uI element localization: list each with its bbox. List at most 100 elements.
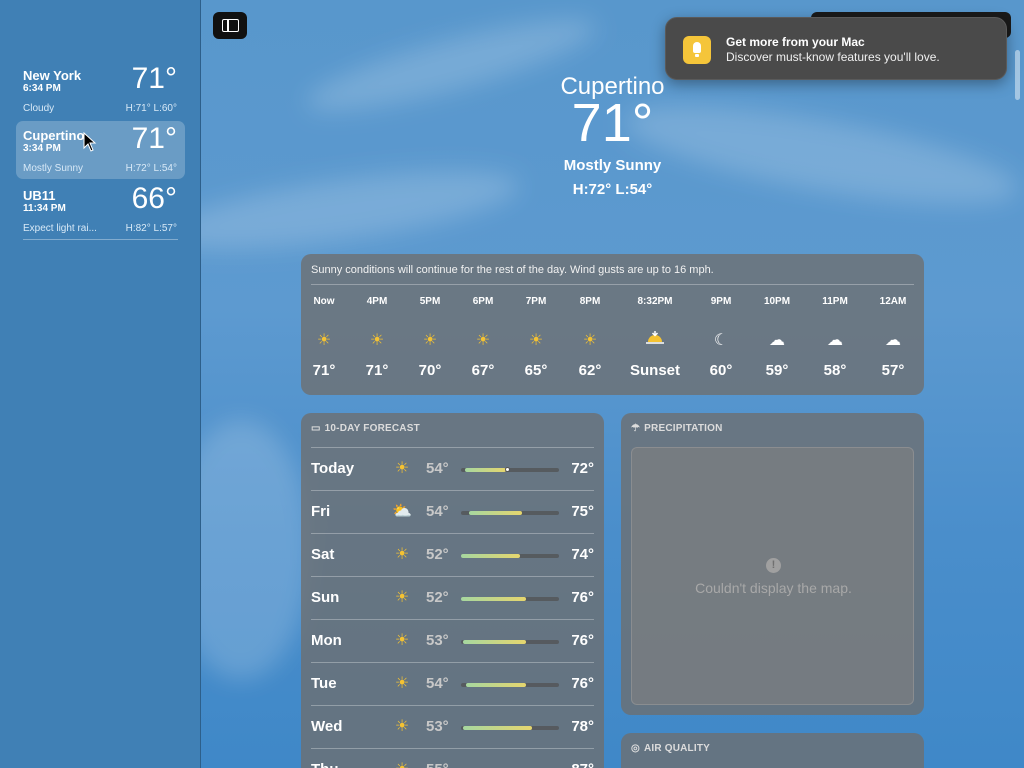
city-temp: 71° <box>131 62 177 95</box>
sun-icon: ☀ <box>394 632 410 649</box>
day-high: 76° <box>571 675 594 692</box>
city-time: 6:34 PM <box>23 83 61 94</box>
day-name: Sat <box>311 546 335 563</box>
mouse-cursor-icon <box>83 132 97 152</box>
temperature-range-fill <box>463 640 526 644</box>
precipitation-map[interactable]: ! Couldn't display the map. <box>631 447 914 705</box>
forecast-day-row[interactable]: Mon ☀ 53° 76° <box>311 619 594 662</box>
map-error-text: Couldn't display the map. <box>695 580 852 596</box>
notification-title: Get more from your Mac <box>726 35 865 49</box>
sun-icon: ☀ <box>528 332 544 349</box>
divider <box>311 705 594 706</box>
sidebar: New York 6:34 PM 71° Cloudy H:71° L:60° … <box>0 0 201 768</box>
hourly-summary: Sunny conditions will continue for the r… <box>311 264 714 276</box>
day-name: Sun <box>311 589 340 606</box>
day-high: 78° <box>571 718 594 735</box>
temperature-range-bar <box>461 467 559 472</box>
sidebar-city-cupertino[interactable]: Cupertino 3:34 PM 71° Mostly Sunny H:72°… <box>16 121 185 179</box>
hourly-forecast-card[interactable]: Sunny conditions will continue for the r… <box>301 254 924 395</box>
air-quality-card[interactable]: ◎ AIR QUALITY <box>621 733 924 768</box>
forecast-day-row[interactable]: Fri ⛅ 54° 75° <box>311 490 594 533</box>
calendar-icon: ▭ <box>311 423 321 434</box>
hour-label: 7PM <box>525 296 547 307</box>
day-high: 72° <box>571 460 594 477</box>
hero-high-low: H:72° L:54° <box>572 181 653 198</box>
scrollbar[interactable] <box>1015 50 1020 100</box>
divider <box>311 284 914 285</box>
hourly-item: 4PM ☀ 71° <box>347 296 407 379</box>
notification-banner[interactable]: Get more from your Mac Discover must-kno… <box>665 17 1007 80</box>
sidebar-city-new-york[interactable]: New York 6:34 PM 71° Cloudy H:71° L:60° <box>16 61 185 119</box>
exclamation-icon: ! <box>766 558 781 573</box>
sunset-icon <box>625 330 685 350</box>
city-high-low: H:71° L:60° <box>125 103 177 114</box>
hour-label: Now <box>313 296 335 307</box>
sun-icon: ☀ <box>394 589 410 606</box>
temperature-range-bar <box>461 640 559 644</box>
city-high-low: H:82° L:57° <box>125 223 177 234</box>
day-name: Today <box>311 460 355 477</box>
day-high: 76° <box>571 632 594 649</box>
sun-icon: ☀ <box>394 546 410 563</box>
hour-label: 9PM <box>710 296 732 307</box>
hour-value: 70° <box>418 362 442 379</box>
hourly-item: 12AM ☁ 57° <box>863 296 923 379</box>
hour-label: 5PM <box>419 296 441 307</box>
air-quality-header: ◎ AIR QUALITY <box>631 743 710 754</box>
hour-value: Sunset <box>629 362 680 379</box>
hourly-item: 9PM ☾ 60° <box>691 296 751 379</box>
temperature-range-bar <box>461 597 559 601</box>
sun-icon: ☀ <box>316 332 332 349</box>
temperature-range-fill <box>463 726 532 730</box>
precipitation-header: ☂ PRECIPITATION <box>631 423 723 434</box>
ten-day-forecast-card[interactable]: ▭ 10-DAY FORECAST Today ☀ 54° 72° Fri ⛅ 54° 75° S… <box>301 413 604 768</box>
day-low: 52° <box>426 546 449 563</box>
hour-value: 58° <box>823 362 847 379</box>
sun-icon: ☀ <box>394 460 410 477</box>
city-name: New York <box>23 68 82 83</box>
city-name: Cupertino <box>23 128 85 143</box>
day-high: 87° <box>571 761 594 768</box>
city-time: 3:34 PM <box>23 143 61 154</box>
cloud-moon-icon: ☁ <box>885 332 901 349</box>
temperature-range-bar <box>461 726 559 730</box>
sun-icon: ☀ <box>369 332 385 349</box>
hour-value: 62° <box>578 362 602 379</box>
hourly-item: 8:32PM Sunset <box>625 296 685 379</box>
city-high-low: H:72° L:54° <box>125 163 177 174</box>
day-low: 54° <box>426 675 449 692</box>
divider <box>311 533 594 534</box>
forecast-day-row[interactable]: Sat ☀ 52° 74° <box>311 533 594 576</box>
forecast-day-row[interactable]: Tue ☀ 54° 76° <box>311 662 594 705</box>
hourly-item: Now ☀ 71° <box>294 296 354 379</box>
city-temp: 71° <box>131 122 177 155</box>
umbrella-icon: ☂ <box>631 423 641 434</box>
sidebar-city-ub11[interactable]: UB11 11:34 PM 66° Expect light rai... H:… <box>16 181 185 240</box>
precipitation-card[interactable]: ☂ PRECIPITATION ! Couldn't display the ma… <box>621 413 924 715</box>
ten-day-header-label: 10-DAY FORECAST <box>324 423 420 434</box>
hour-value: 71° <box>365 362 389 379</box>
divider <box>311 447 594 448</box>
city-condition: Expect light rai... <box>23 223 97 234</box>
air-quality-icon: ◎ <box>631 743 640 754</box>
day-low: 54° <box>426 460 449 477</box>
day-name: Fri <box>311 503 331 520</box>
forecast-day-row[interactable]: Thu ☀ 55° 87° <box>311 748 594 768</box>
forecast-day-row[interactable]: Sun ☀ 52° 76° <box>311 576 594 619</box>
hour-value: 60° <box>709 362 733 379</box>
forecast-day-row[interactable]: Today ☀ 54° 72° <box>311 447 594 490</box>
hourly-item: 6PM ☀ 67° <box>453 296 513 379</box>
city-condition: Mostly Sunny <box>23 163 84 174</box>
hour-value: 59° <box>765 362 789 379</box>
temperature-range-fill <box>461 554 520 558</box>
divider <box>311 576 594 577</box>
forecast-day-row[interactable]: Wed ☀ 53° 78° <box>311 705 594 748</box>
sidebar-toggle-button[interactable] <box>213 12 247 39</box>
temperature-range-fill <box>461 597 526 601</box>
temperature-range-bar <box>461 511 559 515</box>
hero-temperature: 71° <box>571 93 654 153</box>
hour-label: 11PM <box>822 296 848 307</box>
hour-value: 65° <box>524 362 548 379</box>
moon-icon: ☾ <box>713 332 729 349</box>
hour-value: 67° <box>471 362 495 379</box>
